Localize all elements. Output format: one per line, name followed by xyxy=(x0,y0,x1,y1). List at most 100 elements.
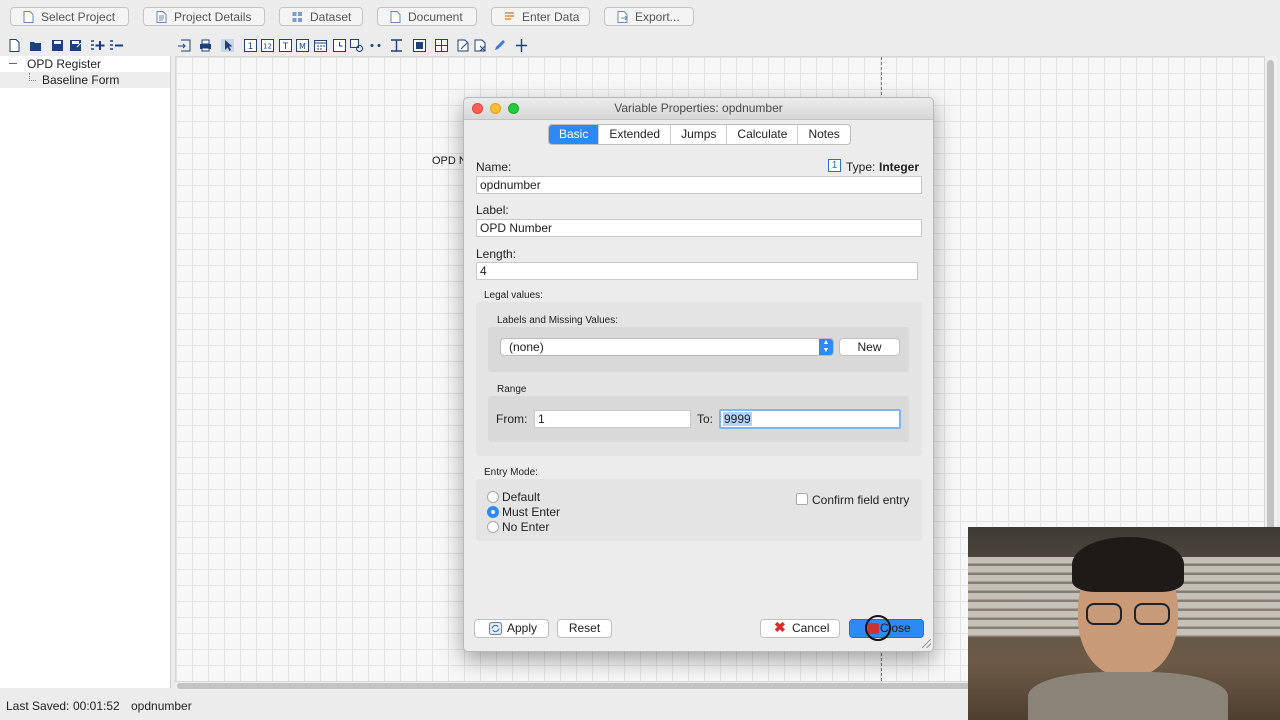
apply-label: Apply xyxy=(507,621,538,635)
label-label: Label: xyxy=(476,203,509,217)
field-label-opd-number[interactable]: OPD N xyxy=(432,155,467,167)
type-value: Integer xyxy=(879,160,920,174)
enter-data-button[interactable]: Enter Data xyxy=(491,7,590,26)
confirm-field-entry-label: Confirm field entry xyxy=(812,493,910,507)
document-button[interactable]: Document xyxy=(377,7,477,26)
new-button[interactable]: New xyxy=(839,338,900,356)
entry-mode-default-label: Default xyxy=(502,490,541,504)
project-details-button[interactable]: Project Details xyxy=(143,7,265,26)
range-group: From: 1 To: 9999 xyxy=(488,396,909,442)
to-label: To: xyxy=(697,412,714,426)
cancel-label: Cancel xyxy=(792,621,830,635)
type-label: Type: xyxy=(846,160,876,174)
select-project-button[interactable]: Select Project xyxy=(10,7,129,26)
pointer-icon[interactable] xyxy=(221,39,234,52)
apply-button[interactable]: Apply xyxy=(474,619,549,638)
svg-text:12: 12 xyxy=(263,43,272,51)
window-minimize-icon[interactable] xyxy=(490,103,501,114)
entry-mode-must-enter-label: Must Enter xyxy=(502,505,561,519)
horizontal-scroll-thumb[interactable] xyxy=(177,683,977,689)
details-icon xyxy=(156,11,167,23)
entry-mode-no-enter-radio[interactable] xyxy=(487,521,499,533)
labels-missing-value: (none) xyxy=(509,340,544,354)
tree-item-opd-register[interactable]: OPD Register xyxy=(0,56,170,72)
print-icon[interactable] xyxy=(199,39,212,52)
dialog-titlebar[interactable]: Variable Properties: opdnumber xyxy=(464,98,933,120)
legal-values-group: Labels and Missing Values: (none) ▲ ▼ New… xyxy=(476,302,922,456)
auto-field-icon[interactable] xyxy=(350,39,363,52)
presenter-body xyxy=(1028,672,1228,720)
text-field-icon[interactable]: T xyxy=(279,39,292,52)
integer-type-icon: 1 xyxy=(828,159,841,172)
window-close-icon[interactable] xyxy=(472,103,483,114)
variable-properties-dialog: Variable Properties: opdnumber Basic Ext… xyxy=(463,97,934,652)
entry-mode-must-enter-radio[interactable] xyxy=(487,506,499,518)
labels-missing-select[interactable]: (none) ▲ ▼ xyxy=(500,338,834,356)
range-from-input[interactable]: 1 xyxy=(534,410,691,428)
grid-icon[interactable] xyxy=(435,39,448,52)
tab-jumps[interactable]: Jumps xyxy=(671,125,728,144)
remove-form-icon[interactable] xyxy=(109,39,124,52)
confirm-field-entry-checkbox[interactable] xyxy=(796,493,808,505)
save-icon[interactable] xyxy=(51,39,64,52)
entry-mode-group: Default Must Enter No Enter Confirm fiel… xyxy=(476,479,922,541)
export-button[interactable]: Export... xyxy=(604,7,694,26)
last-saved-label: Last Saved: xyxy=(6,699,70,713)
legal-values-label: Legal values: xyxy=(484,290,543,301)
name-input[interactable]: opdnumber xyxy=(476,176,922,194)
cancel-button[interactable]: ✖ Cancel xyxy=(760,619,840,638)
length-label: Length: xyxy=(476,247,517,261)
length-input[interactable]: 4 xyxy=(476,262,918,280)
heading-icon[interactable] xyxy=(390,39,403,52)
svg-text:T: T xyxy=(282,42,289,52)
label-input[interactable]: OPD Number xyxy=(476,219,922,237)
section-icon[interactable] xyxy=(413,39,426,52)
cancel-x-icon: ✖ xyxy=(774,619,786,635)
svg-text:1: 1 xyxy=(248,42,254,52)
open-file-icon[interactable] xyxy=(29,39,42,52)
tab-extended[interactable]: Extended xyxy=(599,125,672,144)
edit-field-icon[interactable] xyxy=(457,39,470,52)
add-form-icon[interactable] xyxy=(90,39,105,52)
resize-grip-icon[interactable] xyxy=(922,639,931,648)
current-field-name: opdnumber xyxy=(131,699,192,713)
edit-form-icon xyxy=(505,12,514,20)
memo-field-icon[interactable]: M xyxy=(296,39,309,52)
delete-field-icon[interactable] xyxy=(474,39,487,52)
labels-missing-label: Labels and Missing Values: xyxy=(497,315,618,326)
name-label: Name: xyxy=(476,160,512,174)
property-tabs: Basic Extended Jumps Calculate Notes xyxy=(548,124,851,145)
import-icon[interactable] xyxy=(178,39,191,52)
tree-root-label: OPD Register xyxy=(27,57,102,71)
presenter-hair xyxy=(1072,537,1184,592)
save-as-icon[interactable] xyxy=(69,39,82,52)
last-saved-time: 00:01:52 xyxy=(73,699,120,713)
entry-mode-label: Entry Mode: xyxy=(484,467,538,478)
pencil-icon[interactable] xyxy=(493,39,506,52)
spacer-icon[interactable] xyxy=(369,39,382,52)
tree-collapse-icon[interactable] xyxy=(9,63,17,64)
dataset-button[interactable]: Dataset xyxy=(279,7,363,26)
new-file-icon[interactable] xyxy=(8,39,21,52)
reset-button[interactable]: Reset xyxy=(557,619,612,638)
document-icon xyxy=(23,11,34,23)
tree-connector-icon xyxy=(29,73,36,81)
project-tree: OPD Register Baseline Form xyxy=(0,56,171,688)
tab-calculate[interactable]: Calculate xyxy=(727,125,799,144)
date-field-icon[interactable] xyxy=(314,39,327,52)
integer-field-icon[interactable]: 1 xyxy=(244,39,257,52)
dialog-title: Variable Properties: opdnumber xyxy=(614,101,783,115)
entry-mode-default-radio[interactable] xyxy=(487,491,499,503)
tree-item-baseline-form[interactable]: Baseline Form xyxy=(0,72,170,88)
tab-basic[interactable]: Basic xyxy=(549,125,600,144)
tree-child-label: Baseline Form xyxy=(42,73,120,87)
tab-notes[interactable]: Notes xyxy=(798,125,849,144)
mouse-cursor-ring xyxy=(865,615,891,641)
float-field-icon[interactable]: 12 xyxy=(261,39,274,52)
window-zoom-icon[interactable] xyxy=(508,103,519,114)
chevron-updown-icon: ▲ ▼ xyxy=(819,339,833,355)
time-field-icon[interactable] xyxy=(333,39,346,52)
range-to-input[interactable]: 9999 xyxy=(719,409,901,429)
from-label: From: xyxy=(496,412,528,426)
align-icon[interactable] xyxy=(515,39,528,52)
